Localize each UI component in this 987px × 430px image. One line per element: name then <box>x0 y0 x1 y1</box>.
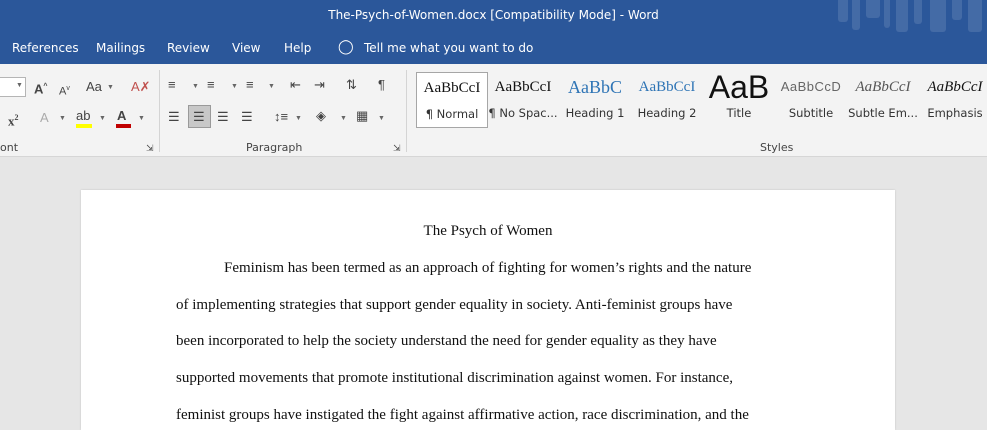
paragraph-line: supported movements that promote institu… <box>176 370 733 386</box>
lightbulb-icon[interactable]: ◯ <box>338 39 354 55</box>
highlight-color-bar <box>76 124 92 128</box>
chevron-down-icon: ▼ <box>99 115 106 122</box>
line-spacing-icon[interactable]: ↕≡ <box>274 109 288 125</box>
paragraph-line: of implementing strategies that support … <box>176 297 733 313</box>
style-preview: AaBbCcI <box>494 79 552 95</box>
shading-icon[interactable]: ◈ <box>316 108 326 124</box>
style-preview: AaBbCcI <box>855 79 911 95</box>
style-label: Emphasis <box>927 106 983 120</box>
group-separator <box>159 70 160 152</box>
sort-icon[interactable]: ⇅ <box>346 77 357 93</box>
tab-review[interactable]: Review <box>167 41 210 55</box>
chevron-down-icon: ▼ <box>16 82 23 89</box>
ribbon: ▼ A^ Av Aa ▼ A✗ x2 A ▼ ab ▼ A ▼ ont ⇲ ≡ … <box>0 64 987 157</box>
tab-references[interactable]: References <box>12 41 79 55</box>
document-title: The Psych of Women <box>423 223 553 239</box>
font-color-bar <box>116 124 131 128</box>
ribbon-tabs: References Mailings Review View Help ◯ T… <box>0 32 987 64</box>
align-left-icon[interactable]: ☰ <box>168 109 180 125</box>
style-heading-1[interactable]: AaBbC Heading 1 <box>560 72 630 126</box>
font-color-icon[interactable]: A <box>117 108 126 124</box>
numbering-icon[interactable]: ≡ <box>207 77 215 93</box>
chevron-down-icon: ▼ <box>295 115 302 122</box>
style-subtle-emphasis[interactable]: AaBbCcI Subtle Em... <box>848 72 918 126</box>
style-normal[interactable]: AaBbCcI ¶ Normal <box>416 72 488 128</box>
document-page[interactable]: The Psych of Women Feminism has been ter… <box>81 190 895 430</box>
bullets-icon[interactable]: ≡ <box>168 77 176 93</box>
style-label: Subtitle <box>788 106 834 120</box>
change-case-icon[interactable]: Aa <box>86 79 102 95</box>
style-label: Subtle Em... <box>848 106 918 120</box>
chevron-down-icon: ▼ <box>231 83 238 90</box>
superscript-icon[interactable]: x2 <box>8 110 19 129</box>
paragraph-line: been incorporated to help the society un… <box>176 333 717 349</box>
chevron-down-icon: ▼ <box>138 115 145 122</box>
styles-group-label: Styles <box>760 141 794 154</box>
window-title: The-Psych-of-Women.docx [Compatibility M… <box>328 8 659 22</box>
decrease-indent-icon[interactable]: ⇤ <box>290 77 301 93</box>
justify-icon[interactable]: ☰ <box>241 109 253 125</box>
paragraph-dialog-launcher-icon[interactable]: ⇲ <box>393 140 401 156</box>
style-preview: AaBbCcI <box>927 79 983 95</box>
increase-indent-icon[interactable]: ⇥ <box>314 77 325 93</box>
multilevel-list-icon[interactable]: ≡ <box>246 77 254 93</box>
style-preview: AaB <box>708 72 770 102</box>
paragraph-group-label: Paragraph <box>246 141 303 154</box>
style-label: ¶ No Spac... <box>488 106 558 120</box>
font-dialog-launcher-icon[interactable]: ⇲ <box>146 140 154 156</box>
style-no-spacing[interactable]: AaBbCcI ¶ No Spac... <box>488 72 558 126</box>
style-emphasis[interactable]: AaBbCcI Emphasis <box>920 72 987 126</box>
chevron-down-icon: ▼ <box>268 83 275 90</box>
style-preview: AaBbCcI <box>423 80 481 96</box>
font-size-box[interactable]: ▼ <box>0 77 26 97</box>
style-label: Title <box>726 106 752 120</box>
chevron-down-icon: ▼ <box>378 115 385 122</box>
style-preview: AaBbCcD <box>780 79 842 94</box>
style-subtitle[interactable]: AaBbCcD Subtitle <box>776 72 846 126</box>
title-bar: The-Psych-of-Women.docx [Compatibility M… <box>0 0 987 32</box>
text-effects-icon[interactable]: A <box>40 110 49 126</box>
borders-icon[interactable]: ▦ <box>356 108 368 124</box>
chevron-down-icon: ▼ <box>59 115 66 122</box>
show-hide-marks-icon[interactable]: ¶ <box>378 77 385 93</box>
chevron-down-icon: ▼ <box>340 115 347 122</box>
clear-formatting-icon[interactable]: A✗ <box>131 79 151 95</box>
tell-me-search[interactable]: Tell me what you want to do <box>364 41 533 55</box>
chevron-down-icon: ▼ <box>192 83 199 90</box>
tab-help[interactable]: Help <box>284 41 311 55</box>
font-group-label: ont <box>0 141 19 154</box>
style-preview: AaBbCcI <box>638 79 696 95</box>
tab-view[interactable]: View <box>232 41 260 55</box>
grow-font-icon[interactable]: A^ <box>34 79 47 97</box>
chevron-down-icon: ▼ <box>107 84 114 91</box>
style-label: ¶ Normal <box>425 107 479 121</box>
align-right-icon[interactable]: ☰ <box>217 109 229 125</box>
align-center-icon: ☰ <box>193 109 205 124</box>
style-heading-2[interactable]: AaBbCcI Heading 2 <box>632 72 702 126</box>
group-separator <box>406 70 407 152</box>
tab-mailings[interactable]: Mailings <box>96 41 145 55</box>
paragraph-line: feminist groups have instigated the figh… <box>176 407 749 423</box>
style-title[interactable]: AaB Title <box>704 72 774 126</box>
style-label: Heading 1 <box>565 106 625 120</box>
highlight-icon[interactable]: ab <box>76 108 90 124</box>
style-label: Heading 2 <box>637 106 697 120</box>
paragraph-line: Feminism has been termed as an approach … <box>224 260 752 276</box>
style-preview: AaBbC <box>568 77 622 97</box>
shrink-font-icon[interactable]: Av <box>59 81 70 100</box>
